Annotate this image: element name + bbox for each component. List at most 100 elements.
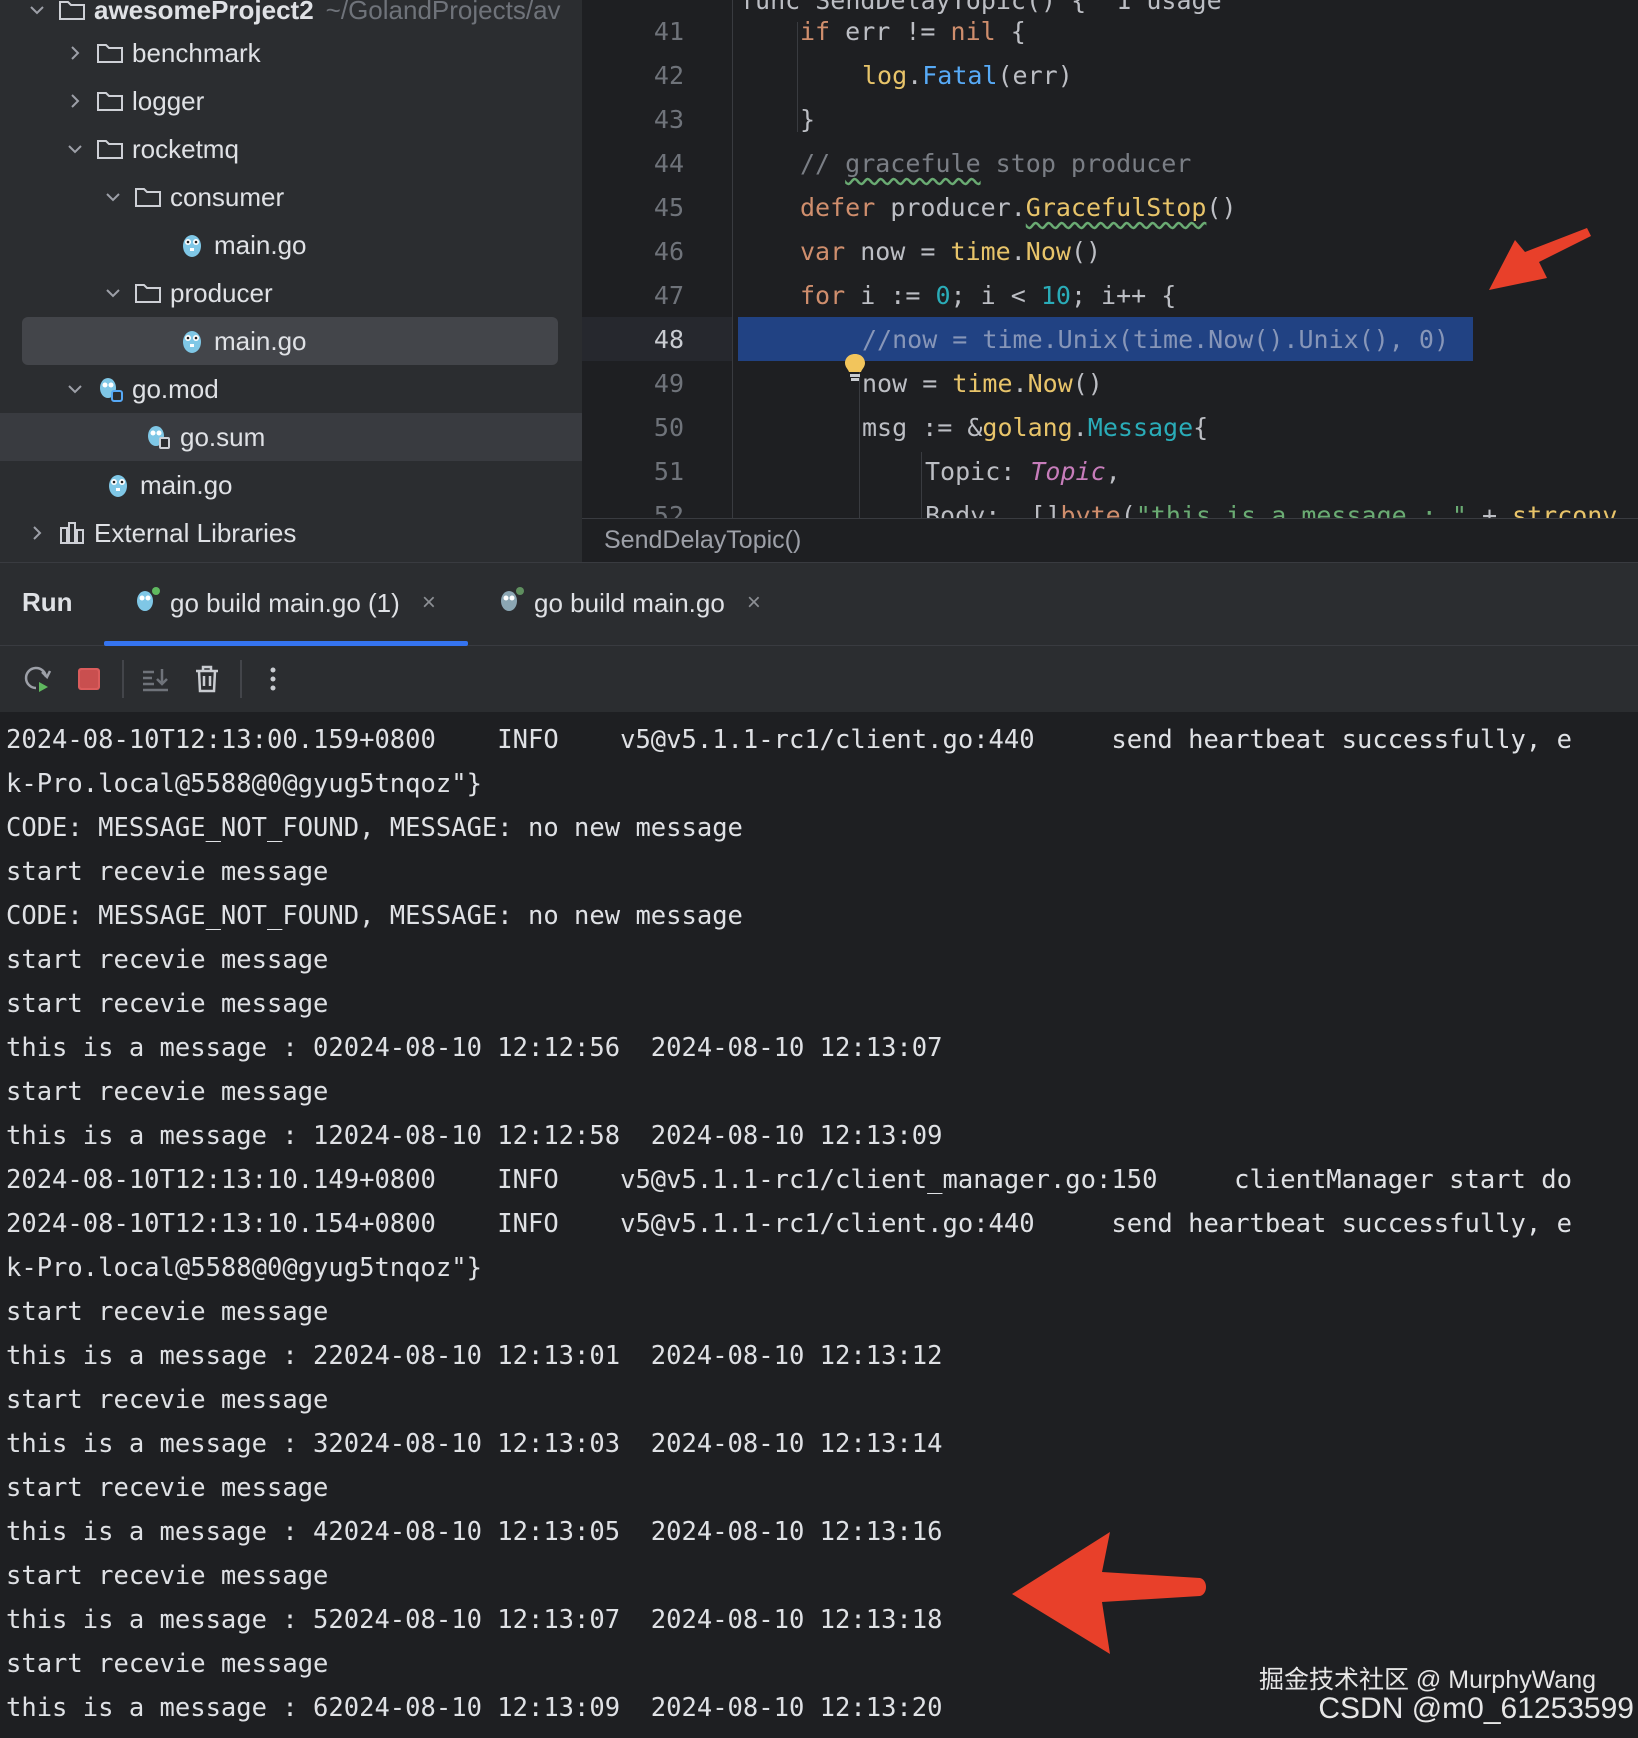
go-gopher-icon [104, 471, 132, 499]
chevron-down-icon[interactable] [24, 0, 50, 23]
console-line: this is a message : 62024-08-10 12:13:09… [6, 1693, 943, 1723]
tree-item-label: External Libraries [94, 517, 297, 548]
chevron-down-icon[interactable] [100, 280, 126, 306]
code-line: 43 } [582, 97, 1638, 141]
code-text: log.Fatal(err) [862, 60, 1073, 90]
line-number: 43 [653, 104, 684, 134]
go-run-icon [132, 585, 162, 622]
console-line: start recevie message [6, 1473, 329, 1503]
code-editor[interactable]: func SendDelayTopic() { 1 usage 41 if er… [582, 0, 1638, 518]
watermark-csdn: CSDN @m0_61253599 [1318, 1692, 1634, 1725]
tree-item-label: main.go [214, 229, 307, 260]
tree-item-label: rocketmq [132, 133, 239, 164]
folder-icon [96, 39, 124, 67]
code-line-current: 48 //now = time.Unix(time.Now().Unix(), … [582, 317, 1638, 381]
close-icon[interactable]: × [747, 589, 761, 617]
trash-icon[interactable] [188, 660, 226, 698]
run-console-output[interactable]: 2024-08-10T12:13:00.159+0800 INFO v5@v5.… [0, 712, 1638, 1738]
annotation-arrow [1012, 1532, 1206, 1654]
tab-label: go build main.go [534, 587, 725, 618]
stop-icon[interactable] [70, 660, 108, 698]
code-line: 51 Topic: Topic, [582, 449, 1638, 493]
tree-item-consumer-main-go[interactable]: main.go [0, 221, 582, 269]
console-line: this is a message : 52024-08-10 12:13:07… [6, 1605, 943, 1635]
console-line: this is a message : 32024-08-10 12:13:03… [6, 1429, 943, 1459]
tree-item-root-main-go[interactable]: main.go [0, 461, 582, 509]
more-vertical-icon[interactable] [254, 660, 292, 698]
console-line: this is a message : 22024-08-10 12:13:01… [6, 1341, 943, 1371]
line-number: 42 [653, 60, 684, 90]
tree-item-go-sum[interactable]: go.sum [0, 413, 582, 461]
console-line: CODE: MESSAGE_NOT_FOUND, MESSAGE: no new… [6, 901, 743, 931]
code-line: 45 defer producer.GracefulStop() [582, 185, 1638, 229]
chevron-down-icon[interactable] [62, 136, 88, 162]
tree-item-label: main.go [140, 469, 233, 500]
tree-item-producer-main-go[interactable]: main.go [0, 317, 582, 365]
project-root-path: ~/GolandProjects/av [325, 0, 561, 25]
breadcrumb[interactable]: SendDelayTopic() [582, 518, 1638, 562]
tree-item-label: go.mod [132, 373, 219, 404]
line-number: 47 [653, 280, 684, 310]
code-text: var now = time.Now() [800, 236, 1102, 266]
chevron-right-icon[interactable] [62, 40, 88, 66]
code-line: 49 now = time.Now() [582, 361, 1638, 405]
console-line: start recevie message [6, 1077, 329, 1107]
tab-go-build-main-1[interactable]: go build main.go (1) × [132, 581, 436, 625]
chevron-right-icon[interactable] [24, 520, 50, 546]
toolbar-separator [240, 660, 242, 698]
tree-item-go-mod[interactable]: go.mod [0, 365, 582, 413]
code-line: 47 for i := 0; i < 10; i++ { [582, 273, 1638, 317]
chevron-right-icon[interactable] [62, 88, 88, 114]
console-line: this is a message : 42024-08-10 12:13:05… [6, 1517, 943, 1547]
line-number: 50 [653, 412, 684, 442]
tree-item-label: main.go [214, 325, 307, 356]
chevron-down-icon[interactable] [100, 184, 126, 210]
chevron-down-icon[interactable] [62, 376, 88, 402]
tree-item-external-libraries[interactable]: External Libraries [0, 509, 582, 557]
close-icon[interactable]: × [422, 589, 436, 617]
console-line: start recevie message [6, 857, 329, 887]
code-text: Topic: Topic, [925, 456, 1121, 486]
breadcrumb-function[interactable]: SendDelayTopic() [604, 526, 801, 555]
folder-icon [58, 0, 86, 24]
project-tree: awesomeProject2 ~/GolandProjects/av benc… [0, 0, 582, 562]
scroll-to-end-icon[interactable] [136, 660, 174, 698]
tree-item-producer[interactable]: producer [0, 269, 582, 317]
console-line: start recevie message [6, 945, 329, 975]
code-text: if err != nil { [800, 16, 1026, 46]
line-number: 45 [653, 192, 684, 222]
console-line: 2024-08-10T12:13:10.154+0800 INFO v5@v5.… [6, 1209, 1572, 1239]
code-text: for i := 0; i < 10; i++ { [800, 280, 1177, 310]
line-number: 51 [653, 456, 684, 486]
code-line: 41 if err != nil { [582, 9, 1638, 53]
tree-item-benchmark[interactable]: benchmark [0, 29, 582, 77]
code-line: 46 var now = time.Now() [582, 229, 1638, 273]
line-number: 44 [653, 148, 684, 178]
console-line: k-Pro.local@5588@0@gyug5tnqoz"} [6, 769, 482, 799]
line-number: 48 [653, 324, 684, 354]
project-root-name: awesomeProject2 [94, 0, 314, 25]
console-line: CODE: MESSAGE_NOT_FOUND, MESSAGE: no new… [6, 813, 743, 843]
run-title: Run [22, 587, 73, 617]
code-text: } [800, 104, 816, 134]
rerun-icon[interactable] [18, 660, 56, 698]
console-line: 2024-08-10T12:13:00.159+0800 INFO v5@v5.… [6, 725, 1572, 755]
tab-go-build-main[interactable]: go build main.go × [496, 581, 761, 625]
annotation-arrow [1489, 228, 1591, 290]
go-gopher-icon [178, 327, 206, 355]
code-text: // gracefule stop producer [800, 148, 1192, 178]
go-module-icon [96, 375, 124, 403]
tree-item-logger[interactable]: logger [0, 77, 582, 125]
code-line: 44 // gracefule stop producer [582, 141, 1638, 185]
tree-item-rocketmq[interactable]: rocketmq [0, 125, 582, 173]
code-line: 42 log.Fatal(err) [582, 53, 1638, 97]
console-line: k-Pro.local@5588@0@gyug5tnqoz"} [6, 1253, 482, 1283]
code-line: 52 Body: []byte("this is a message : " +… [582, 493, 1638, 519]
tree-item-label: benchmark [132, 37, 261, 68]
console-line: start recevie message [6, 989, 329, 1019]
code-line: 50 msg := &golang.Message{ [582, 405, 1638, 449]
go-gopher-icon [178, 231, 206, 259]
code-text: now = time.Now() [862, 368, 1103, 398]
console-line: this is a message : 02024-08-10 12:12:56… [6, 1033, 943, 1063]
tree-item-consumer[interactable]: consumer [0, 173, 582, 221]
